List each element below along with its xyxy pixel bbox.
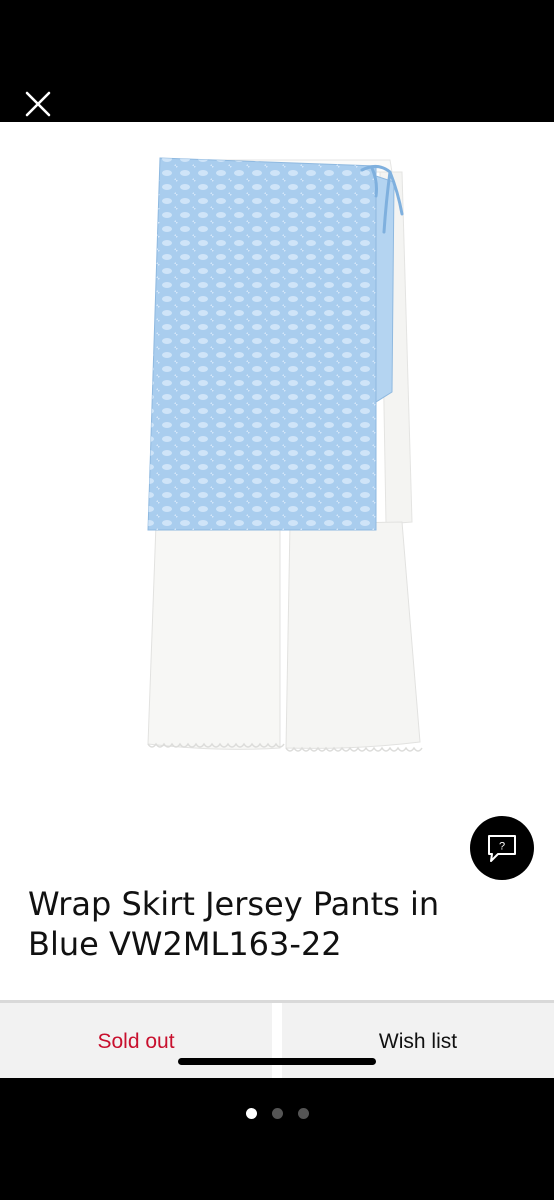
action-bar: Sold out Wish list: [0, 1000, 554, 1078]
action-divider: [272, 1003, 282, 1078]
close-button[interactable]: [22, 88, 54, 120]
chat-help-glyph: ?: [499, 841, 505, 853]
sold-out-button[interactable]: Sold out: [0, 1003, 272, 1078]
pants-left-leg: [147, 523, 281, 750]
chat-button[interactable]: ?: [470, 816, 534, 880]
image-pager[interactable]: [0, 1108, 554, 1122]
product-sheet: ? Wrap Skirt Jersey Pants in Blue VW2ML1…: [0, 122, 554, 1078]
product-image[interactable]: [140, 152, 440, 792]
product-title-line-2: Blue VW2ML163-22: [28, 925, 342, 963]
chat-help-icon: ?: [488, 835, 516, 862]
pager-dot-1[interactable]: [245, 1108, 257, 1119]
product-title: Wrap Skirt Jersey Pants in Blue VW2ML163…: [28, 884, 518, 964]
pants-right-leg: [285, 521, 421, 749]
close-icon: [25, 91, 51, 117]
skirt-lace-pattern: [148, 158, 376, 530]
pager-dot-2[interactable]: [271, 1108, 283, 1119]
pager-dot-3[interactable]: [297, 1108, 309, 1119]
top-bar: [0, 0, 554, 122]
wish-list-button[interactable]: Wish list: [282, 1003, 554, 1078]
product-title-line-1: Wrap Skirt Jersey Pants in: [28, 885, 440, 923]
home-indicator: [178, 1058, 376, 1065]
